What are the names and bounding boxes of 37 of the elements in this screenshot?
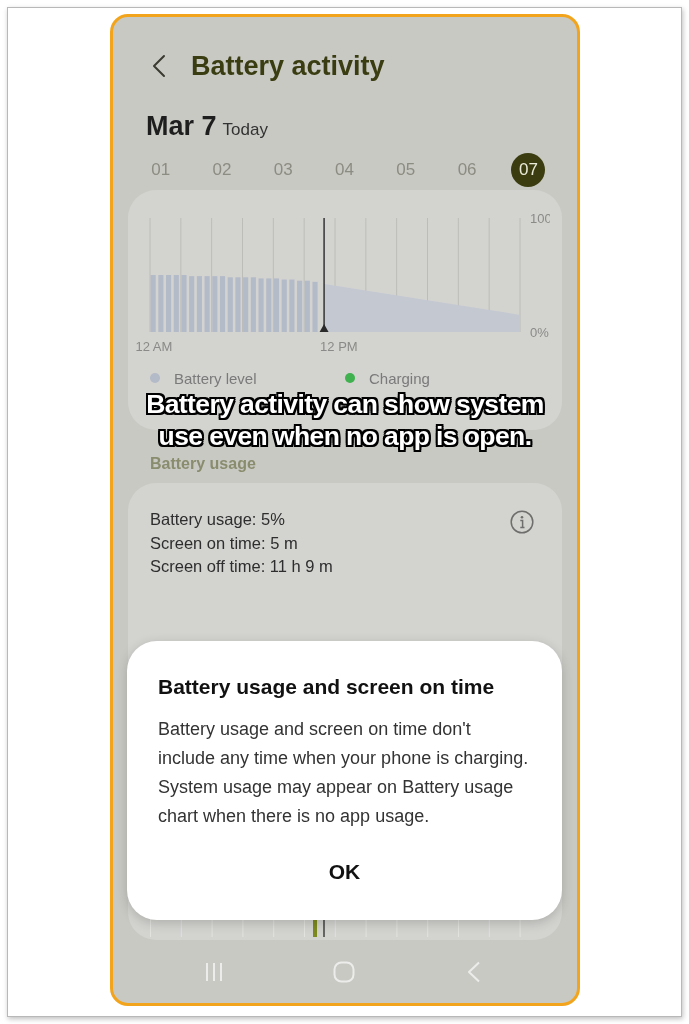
usage-stat: Battery usage: 5% [150,509,286,530]
battery-level-bar [212,276,218,332]
battery-level-bar [204,276,210,332]
back-icon[interactable] [152,54,166,78]
day-tab[interactable]: 03 [266,153,301,187]
x-tick-label: 12 PM [320,339,358,354]
battery-level-bar [258,278,264,332]
battery-level-bar [289,279,295,332]
battery-level-bar [158,275,164,332]
usage-stat: Screen on time: 5 m [150,532,299,554]
day-tab[interactable]: 07 [511,153,546,187]
day-tab[interactable]: 02 [204,153,239,187]
back-nav-icon[interactable] [467,960,481,983]
x-tick-label: 12 AM [135,339,173,354]
dialog-title: Battery usage and screen on time [158,675,496,699]
day-tab[interactable]: 06 [450,153,485,187]
day-tab[interactable]: 01 [143,153,178,187]
battery-level-bar [312,281,318,332]
legend-label: Battery level [174,369,257,387]
info-icon[interactable] [510,510,534,534]
dialog-message: Battery usage and screen on time don't include any time when your phone is charging. System usage may appear on Battery usage chart when there is no app usage. [158,718,530,828]
screen-title: Battery activity [191,50,385,82]
caption-text: Battery activity can show system use even when no app is open. [145,388,545,452]
day-tab[interactable]: 04 [327,153,362,187]
home-icon[interactable] [333,960,355,983]
battery-level-bar [150,275,156,332]
recent-apps-icon[interactable] [205,961,223,982]
day-tab[interactable]: 05 [388,153,423,187]
ok-button[interactable]: OK [314,852,375,892]
date-label: Mar 7 [146,112,217,140]
y-tick-label: 0% [530,324,549,340]
date-note: Today [222,120,268,140]
battery-level-bar [235,277,241,332]
battery-level-bar [181,275,187,332]
legend-label: Charging [369,369,430,387]
section-label: Battery usage [150,455,257,473]
usage-stat: Screen off time: 11 h 9 m [150,556,333,577]
